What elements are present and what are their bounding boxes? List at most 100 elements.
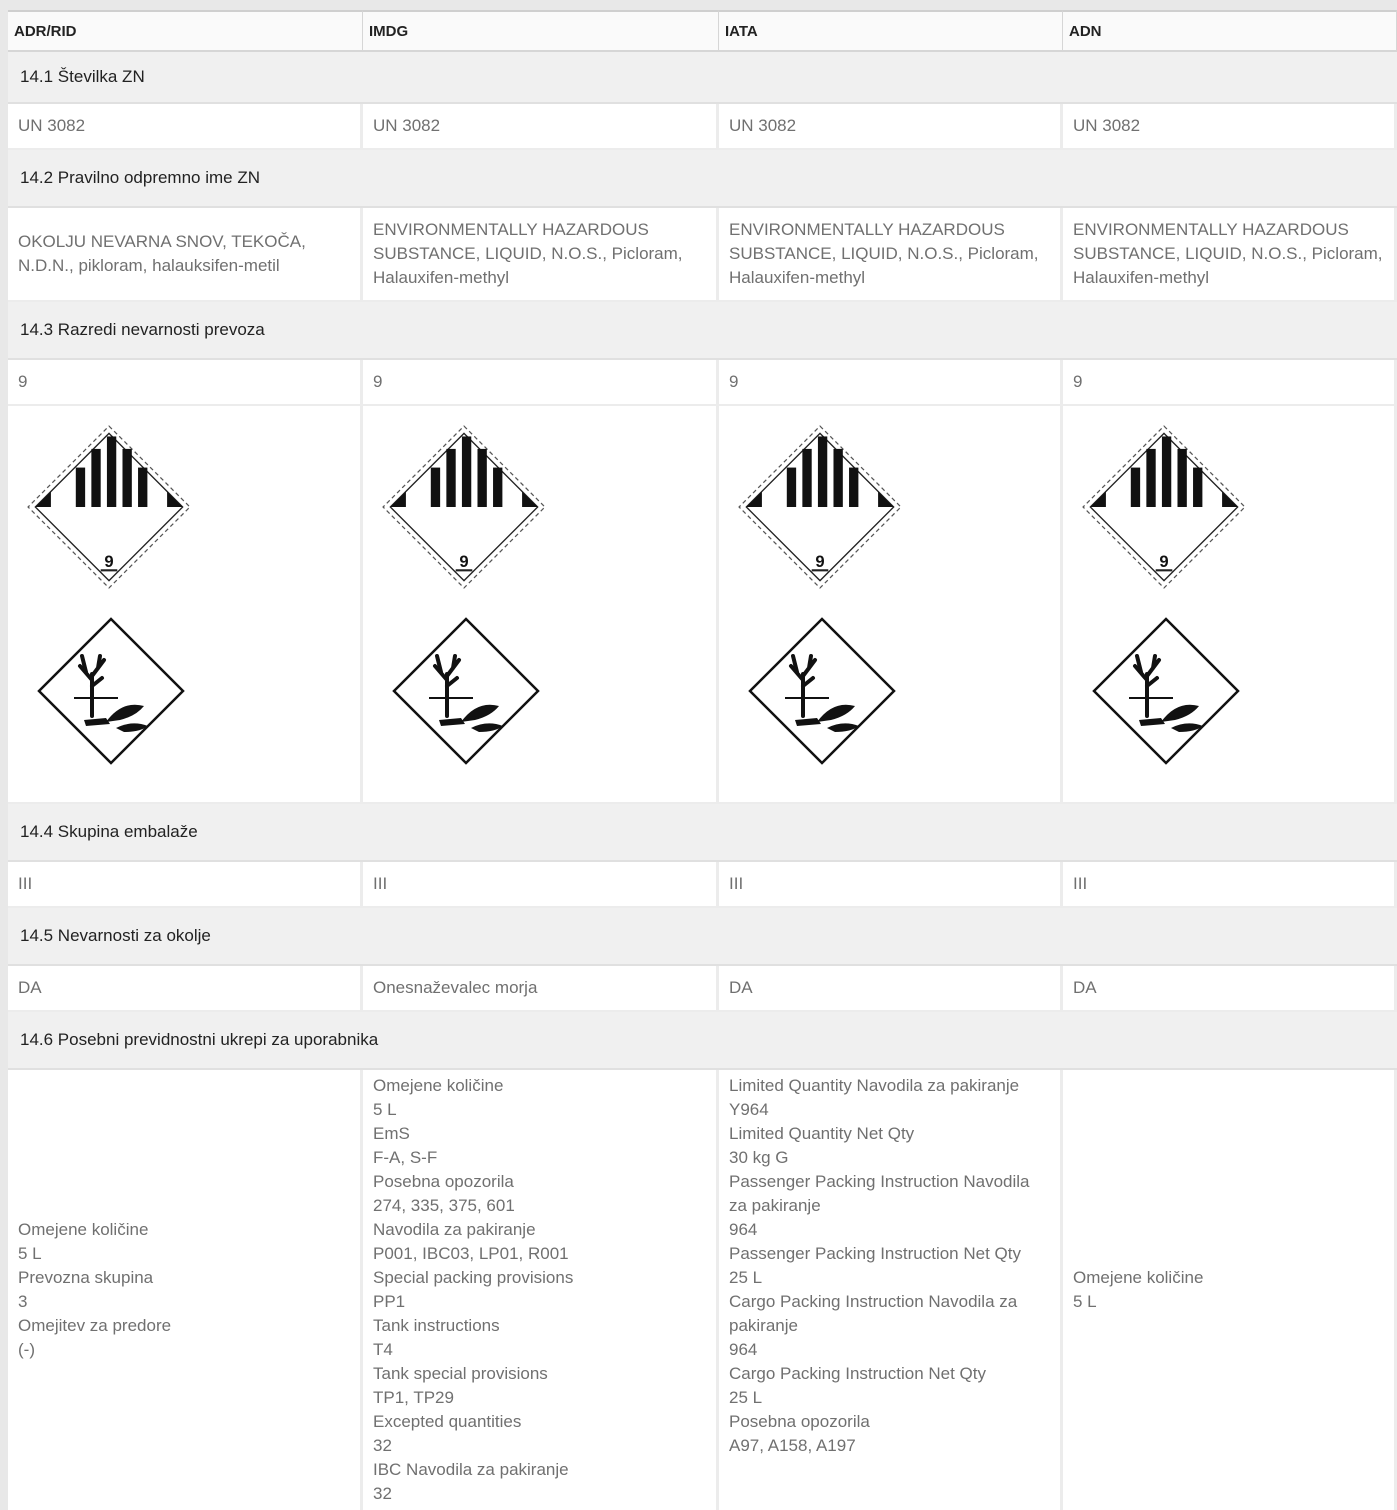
precaution-line: T4: [373, 1340, 393, 1359]
svg-text:9: 9: [815, 552, 824, 571]
precaution-line: (-): [18, 1340, 35, 1359]
section-row: 14.4 Skupina embalaže: [8, 804, 1397, 862]
precautions-iata: Limited Quantity Navodila za pakiranje Y…: [719, 1070, 1063, 1510]
table-row: III III III III: [8, 862, 1397, 908]
un-number-adn: UN 3082: [1063, 104, 1397, 150]
precaution-line: Limited Quantity Net Qty: [729, 1124, 915, 1143]
pictograms-imdg: 9: [363, 406, 719, 804]
environmental-hazard-icon: [1092, 617, 1240, 765]
shipping-name-imdg: ENVIRONMENTALLY HAZARDOUS SUBSTANCE, LIQ…: [363, 208, 719, 302]
precaution-line: 274, 335, 375, 601: [373, 1196, 515, 1215]
precautions-imdg: Omejene količine 5 L EmS F-A, S-F Posebn…: [363, 1070, 719, 1510]
section-row: 14.5 Nevarnosti za okolje: [8, 908, 1397, 966]
precautions-adn: Omejene količine 5 L: [1063, 1070, 1397, 1510]
section-title-hazard-class: 14.3 Razredi nevarnosti prevoza: [8, 302, 1397, 360]
section-row: 14.2 Pravilno odpremno ime ZN: [8, 150, 1397, 208]
table-row: Omejene količine 5 L Prevozna skupina 3 …: [8, 1070, 1397, 1510]
section-row: 14.3 Razredi nevarnosti prevoza: [8, 302, 1397, 360]
transport-info-table: ADR/RID IMDG IATA ADN 14.1 Številka ZN U…: [8, 10, 1397, 1510]
pictograms-adn: 9: [1063, 406, 1397, 804]
precaution-line: Omejene količine: [1073, 1268, 1204, 1287]
precaution-line: EmS: [373, 1124, 410, 1143]
section-title-un-number: 14.1 Številka ZN: [8, 52, 1397, 104]
table-header-row: ADR/RID IMDG IATA ADN: [8, 10, 1397, 52]
environment-imdg: Onesnaževalec morja: [363, 966, 719, 1012]
un-number-iata: UN 3082: [719, 104, 1063, 150]
pictograms-adr: 9: [8, 406, 363, 804]
precaution-line: Omejitev za predore: [18, 1316, 172, 1335]
section-title-environment: 14.5 Nevarnosti za okolje: [8, 908, 1397, 966]
precaution-line: Passenger Packing Instruction Navodila z…: [729, 1172, 1030, 1215]
environmental-hazard-icon: [37, 617, 185, 765]
class-9-hazard-label-icon: 9: [1082, 425, 1246, 589]
section-title-shipping-name: 14.2 Pravilno odpremno ime ZN: [8, 150, 1397, 208]
un-number-adr: UN 3082: [8, 104, 363, 150]
pictograms-iata: 9: [719, 406, 1063, 804]
precaution-line: Posebna opozorila: [373, 1172, 514, 1191]
environmental-hazard-icon: [392, 617, 540, 765]
precaution-line: P001, IBC03, LP01, R001: [373, 1244, 569, 1263]
precaution-line: Cargo Packing Instruction Net Qty: [729, 1364, 987, 1383]
table-row: DA Onesnaževalec morja DA DA: [8, 966, 1397, 1012]
precaution-line: Excepted quantities: [373, 1412, 522, 1431]
table-row: OKOLJU NEVARNA SNOV, TEKOČA, N.D.N., pik…: [8, 208, 1397, 302]
packing-group-adr: III: [8, 862, 363, 908]
precaution-line: Special packing provisions: [373, 1268, 574, 1287]
precaution-line: Navodila za pakiranje: [373, 1220, 536, 1239]
precaution-line: Omejene količine: [373, 1076, 504, 1095]
table-row: 9 9 9 9: [8, 360, 1397, 406]
class-9-hazard-label-icon: 9: [27, 425, 191, 589]
precaution-line: 30 kg G: [729, 1148, 789, 1167]
packing-group-adn: III: [1063, 862, 1397, 908]
svg-text:9: 9: [459, 552, 468, 571]
precaution-line: Prevozna skupina: [18, 1268, 154, 1287]
header-adn: ADN: [1063, 10, 1397, 52]
header-adr-rid: ADR/RID: [8, 10, 363, 52]
table-row: UN 3082 UN 3082 UN 3082 UN 3082: [8, 104, 1397, 150]
precaution-line: Limited Quantity Navodila za pakiranje: [729, 1076, 1020, 1095]
environment-adr: DA: [8, 966, 363, 1012]
precautions-adr: Omejene količine 5 L Prevozna skupina 3 …: [8, 1070, 363, 1510]
precaution-line: 32: [373, 1436, 392, 1455]
precaution-line: Omejene količine: [18, 1220, 149, 1239]
precaution-line: 25 L: [729, 1388, 763, 1407]
svg-text:9: 9: [104, 552, 113, 571]
precaution-line: Posebna opozorila: [729, 1412, 870, 1431]
section-title-packing-group: 14.4 Skupina embalaže: [8, 804, 1397, 862]
packing-group-iata: III: [719, 862, 1063, 908]
precaution-line: Tank special provisions: [373, 1364, 548, 1383]
precaution-line: 3: [18, 1292, 28, 1311]
environment-adn: DA: [1063, 966, 1397, 1012]
class-9-hazard-label-icon: 9: [738, 425, 902, 589]
shipping-name-adr: OKOLJU NEVARNA SNOV, TEKOČA, N.D.N., pik…: [8, 208, 363, 302]
precaution-line: Tank instructions: [373, 1316, 500, 1335]
hazard-class-adn: 9: [1063, 360, 1397, 406]
precaution-line: 25 L: [729, 1268, 763, 1287]
precaution-line: Y964: [729, 1100, 769, 1119]
section-row: 14.6 Posebni previdnostni ukrepi za upor…: [8, 1012, 1397, 1070]
precaution-line: 32: [373, 1484, 392, 1503]
precaution-line: 5 L: [1073, 1292, 1097, 1311]
hazard-class-imdg: 9: [363, 360, 719, 406]
precaution-line: IBC Navodila za pakiranje: [373, 1460, 569, 1479]
environment-iata: DA: [719, 966, 1063, 1012]
precaution-line: 5 L: [18, 1244, 42, 1263]
header-imdg: IMDG: [363, 10, 719, 52]
shipping-name-adn: ENVIRONMENTALLY HAZARDOUS SUBSTANCE, LIQ…: [1063, 208, 1397, 302]
svg-text:9: 9: [1159, 552, 1168, 571]
shipping-name-iata: ENVIRONMENTALLY HAZARDOUS SUBSTANCE, LIQ…: [719, 208, 1063, 302]
un-number-imdg: UN 3082: [363, 104, 719, 150]
section-title-precautions: 14.6 Posebni previdnostni ukrepi za upor…: [8, 1012, 1397, 1070]
precaution-line: PP1: [373, 1292, 406, 1311]
precaution-line: 964: [729, 1340, 758, 1359]
class-9-hazard-label-icon: 9: [382, 425, 546, 589]
header-iata: IATA: [719, 10, 1063, 52]
precaution-line: TP1, TP29: [373, 1388, 454, 1407]
transport-info-table-container: ADR/RID IMDG IATA ADN 14.1 Številka ZN U…: [8, 10, 1397, 1510]
precaution-line: 5 L: [373, 1100, 397, 1119]
pictogram-row: 9 9 9 9: [8, 406, 1397, 804]
packing-group-imdg: III: [363, 862, 719, 908]
section-row: 14.1 Številka ZN: [8, 52, 1397, 104]
precaution-line: A97, A158, A197: [729, 1436, 856, 1455]
precaution-line: Passenger Packing Instruction Net Qty: [729, 1244, 1021, 1263]
